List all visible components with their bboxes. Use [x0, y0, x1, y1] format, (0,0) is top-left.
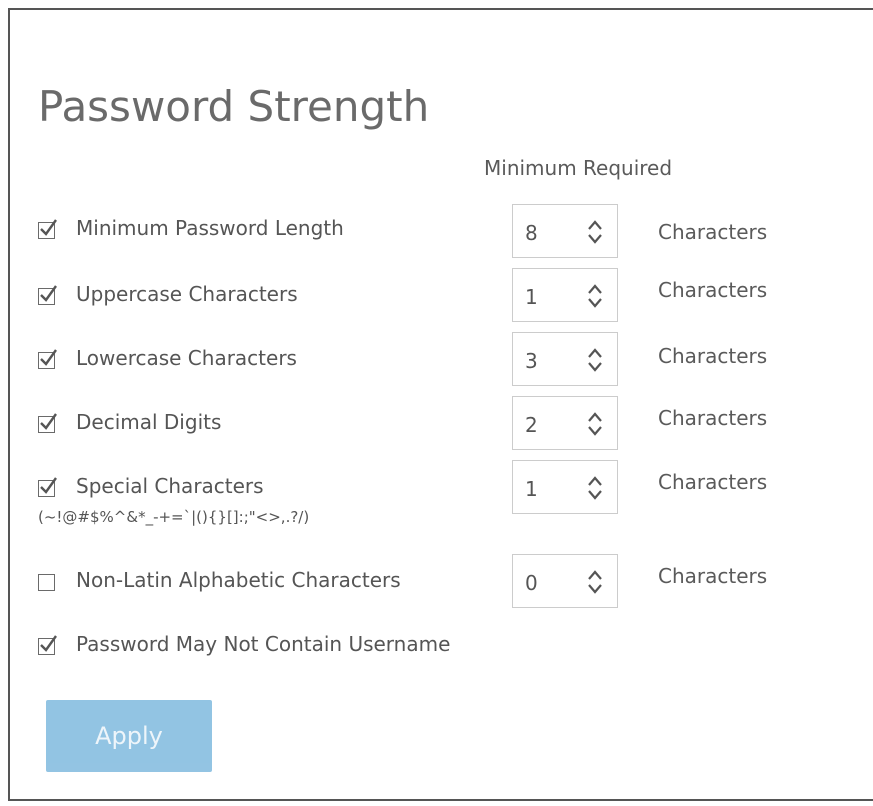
min-length-label: Minimum Password Length [76, 216, 344, 240]
stepper-arrows-icon[interactable] [587, 569, 603, 595]
non-latin-label: Non-Latin Alphabetic Characters [76, 568, 401, 592]
lowercase-value[interactable]: 3 [525, 349, 538, 373]
special-characters-checkbox[interactable] [38, 477, 57, 497]
min-length-stepper[interactable]: 8 [512, 204, 618, 258]
lowercase-unit: Characters [658, 344, 768, 368]
non-latin-value[interactable]: 0 [525, 571, 538, 595]
stepper-arrows-icon[interactable] [587, 347, 603, 373]
uppercase-unit: Characters [658, 278, 768, 302]
stepper-arrows-icon[interactable] [587, 475, 603, 501]
decimal-digits-value[interactable]: 2 [525, 413, 538, 437]
no-username-checkbox[interactable] [38, 635, 57, 655]
min-length-unit: Characters [658, 220, 768, 244]
special-characters-value[interactable]: 1 [525, 477, 538, 501]
special-characters-label: Special Characters [76, 474, 264, 498]
lowercase-checkbox[interactable] [38, 349, 57, 369]
minimum-required-header: Minimum Required [484, 156, 673, 180]
uppercase-stepper[interactable]: 1 [512, 268, 618, 322]
non-latin-stepper[interactable]: 0 [512, 554, 618, 608]
stepper-arrows-icon[interactable] [587, 283, 603, 309]
min-length-value[interactable]: 8 [525, 221, 538, 245]
decimal-digits-label: Decimal Digits [76, 410, 222, 434]
non-latin-checkbox[interactable] [38, 574, 55, 591]
uppercase-label: Uppercase Characters [76, 282, 298, 306]
decimal-digits-unit: Characters [658, 406, 768, 430]
lowercase-stepper[interactable]: 3 [512, 332, 618, 386]
min-length-checkbox[interactable] [38, 219, 57, 239]
decimal-digits-checkbox[interactable] [38, 413, 57, 433]
special-characters-stepper[interactable]: 1 [512, 460, 618, 514]
stepper-arrows-icon[interactable] [587, 411, 603, 437]
page-title: Password Strength [38, 82, 430, 131]
apply-button-label: Apply [95, 722, 163, 750]
stepper-arrows-icon[interactable] [587, 219, 603, 245]
apply-button[interactable]: Apply [46, 700, 212, 772]
uppercase-value[interactable]: 1 [525, 285, 538, 309]
decimal-digits-stepper[interactable]: 2 [512, 396, 618, 450]
non-latin-unit: Characters [658, 564, 768, 588]
special-characters-list: (~!@#$%^&*_-+=`|(){}[]:;"<>,.?/) [38, 508, 310, 526]
uppercase-checkbox[interactable] [38, 285, 57, 305]
special-characters-unit: Characters [658, 470, 768, 494]
password-strength-panel: Password Strength Minimum Required Minim… [8, 8, 873, 801]
lowercase-label: Lowercase Characters [76, 346, 297, 370]
no-username-label: Password May Not Contain Username [76, 632, 451, 656]
